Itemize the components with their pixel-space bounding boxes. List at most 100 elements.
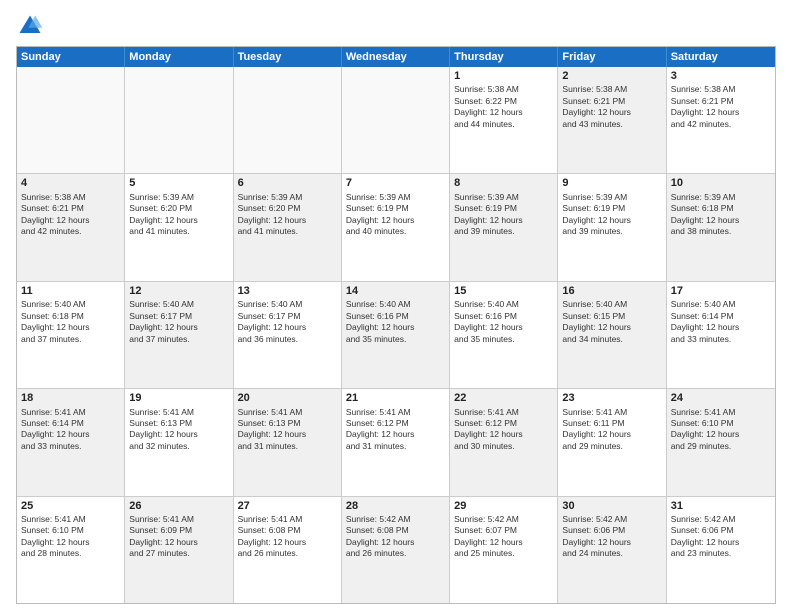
header: [16, 12, 776, 40]
calendar-row: 25Sunrise: 5:41 AM Sunset: 6:10 PM Dayli…: [17, 496, 775, 603]
logo-icon: [16, 12, 44, 40]
cell-content: Sunrise: 5:41 AM Sunset: 6:13 PM Dayligh…: [238, 407, 337, 453]
calendar-cell: 31Sunrise: 5:42 AM Sunset: 6:06 PM Dayli…: [667, 497, 775, 603]
calendar-row: 4 Sunrise: 5:38 AM Sunset: 6:21 PM Daylig…: [17, 173, 775, 280]
weekday-header: Friday: [558, 47, 666, 67]
day-number: 1: [454, 69, 553, 83]
day-number: 21: [346, 391, 445, 405]
calendar-cell: 10 Sunrise: 5:39 AM Sunset: 6:18 PM Dayli…: [667, 174, 775, 280]
day-number: 26: [129, 499, 228, 513]
cell-content: Sunrise: 5:38 AM Sunset: 6:22 PM Dayligh…: [454, 84, 553, 130]
cell-content: Sunrise: 5:41 AM Sunset: 6:13 PM Dayligh…: [129, 407, 228, 453]
cell-content: Sunrise: 5:42 AM Sunset: 6:08 PM Dayligh…: [346, 514, 445, 560]
page: SundayMondayTuesdayWednesdayThursdayFrid…: [0, 0, 792, 612]
calendar-cell: 6Sunrise: 5:39 AM Sunset: 6:20 PM Daylig…: [234, 174, 342, 280]
day-number: 11: [21, 284, 120, 298]
calendar-cell: 1Sunrise: 5:38 AM Sunset: 6:22 PM Daylig…: [450, 67, 558, 173]
day-number: 14: [346, 284, 445, 298]
calendar-cell: 12Sunrise: 5:40 AM Sunset: 6:17 PM Dayli…: [125, 282, 233, 388]
calendar-cell: 26Sunrise: 5:41 AM Sunset: 6:09 PM Dayli…: [125, 497, 233, 603]
calendar-cell: 7Sunrise: 5:39 AM Sunset: 6:19 PM Daylig…: [342, 174, 450, 280]
cell-content: Sunrise: 5:40 AM Sunset: 6:15 PM Dayligh…: [562, 299, 661, 345]
calendar-cell: 19 Sunrise: 5:41 AM Sunset: 6:13 PM Dayli…: [125, 389, 233, 495]
cell-content: Sunrise: 5:41 AM Sunset: 6:08 PM Dayligh…: [238, 514, 337, 560]
calendar-cell: 17Sunrise: 5:40 AM Sunset: 6:14 PM Dayli…: [667, 282, 775, 388]
calendar-cell: 21 Sunrise: 5:41 AM Sunset: 6:12 PM Dayli…: [342, 389, 450, 495]
day-number: 18: [21, 391, 120, 405]
calendar-cell: 3Sunrise: 5:38 AM Sunset: 6:21 PM Daylig…: [667, 67, 775, 173]
weekday-header: Tuesday: [234, 47, 342, 67]
calendar-cell: 8Sunrise: 5:39 AM Sunset: 6:19 PM Daylig…: [450, 174, 558, 280]
day-number: 13: [238, 284, 337, 298]
calendar-body: 1Sunrise: 5:38 AM Sunset: 6:22 PM Daylig…: [17, 67, 775, 603]
calendar-cell: 11Sunrise: 5:40 AM Sunset: 6:18 PM Dayli…: [17, 282, 125, 388]
calendar-cell: 23 Sunrise: 5:41 AM Sunset: 6:11 PM Dayli…: [558, 389, 666, 495]
day-number: 5: [129, 176, 228, 190]
cell-content: Sunrise: 5:40 AM Sunset: 6:17 PM Dayligh…: [129, 299, 228, 345]
calendar-cell: 15Sunrise: 5:40 AM Sunset: 6:16 PM Dayli…: [450, 282, 558, 388]
day-number: 6: [238, 176, 337, 190]
weekday-header: Thursday: [450, 47, 558, 67]
cell-content: Sunrise: 5:40 AM Sunset: 6:18 PM Dayligh…: [21, 299, 120, 345]
cell-content: Sunrise: 5:38 AM Sunset: 6:21 PM Dayligh…: [671, 84, 771, 130]
cell-content: Sunrise: 5:39 AM Sunset: 6:18 PM Dayligh…: [671, 192, 771, 238]
day-number: 4: [21, 176, 120, 190]
day-number: 30: [562, 499, 661, 513]
calendar-cell: 25Sunrise: 5:41 AM Sunset: 6:10 PM Dayli…: [17, 497, 125, 603]
calendar-cell: 14Sunrise: 5:40 AM Sunset: 6:16 PM Dayli…: [342, 282, 450, 388]
day-number: 28: [346, 499, 445, 513]
calendar: SundayMondayTuesdayWednesdayThursdayFrid…: [16, 46, 776, 604]
cell-content: Sunrise: 5:41 AM Sunset: 6:12 PM Dayligh…: [346, 407, 445, 453]
cell-content: Sunrise: 5:41 AM Sunset: 6:11 PM Dayligh…: [562, 407, 661, 453]
calendar-cell: [17, 67, 125, 173]
calendar-cell: 28Sunrise: 5:42 AM Sunset: 6:08 PM Dayli…: [342, 497, 450, 603]
cell-content: Sunrise: 5:39 AM Sunset: 6:19 PM Dayligh…: [346, 192, 445, 238]
weekday-header: Sunday: [17, 47, 125, 67]
cell-content: Sunrise: 5:40 AM Sunset: 6:17 PM Dayligh…: [238, 299, 337, 345]
cell-content: Sunrise: 5:38 AM Sunset: 6:21 PM Dayligh…: [21, 192, 120, 238]
day-number: 10: [671, 176, 771, 190]
day-number: 25: [21, 499, 120, 513]
cell-content: Sunrise: 5:41 AM Sunset: 6:12 PM Dayligh…: [454, 407, 553, 453]
weekday-header: Monday: [125, 47, 233, 67]
cell-content: Sunrise: 5:38 AM Sunset: 6:21 PM Dayligh…: [562, 84, 661, 130]
day-number: 16: [562, 284, 661, 298]
cell-content: Sunrise: 5:41 AM Sunset: 6:10 PM Dayligh…: [21, 514, 120, 560]
cell-content: Sunrise: 5:42 AM Sunset: 6:07 PM Dayligh…: [454, 514, 553, 560]
day-number: 19: [129, 391, 228, 405]
cell-content: Sunrise: 5:40 AM Sunset: 6:16 PM Dayligh…: [346, 299, 445, 345]
cell-content: Sunrise: 5:42 AM Sunset: 6:06 PM Dayligh…: [671, 514, 771, 560]
cell-content: Sunrise: 5:41 AM Sunset: 6:10 PM Dayligh…: [671, 407, 771, 453]
day-number: 3: [671, 69, 771, 83]
cell-content: Sunrise: 5:41 AM Sunset: 6:09 PM Dayligh…: [129, 514, 228, 560]
day-number: 9: [562, 176, 661, 190]
day-number: 23: [562, 391, 661, 405]
calendar-cell: 2Sunrise: 5:38 AM Sunset: 6:21 PM Daylig…: [558, 67, 666, 173]
calendar-cell: 29Sunrise: 5:42 AM Sunset: 6:07 PM Dayli…: [450, 497, 558, 603]
calendar-cell: 18 Sunrise: 5:41 AM Sunset: 6:14 PM Dayli…: [17, 389, 125, 495]
day-number: 12: [129, 284, 228, 298]
calendar-row: 11Sunrise: 5:40 AM Sunset: 6:18 PM Dayli…: [17, 281, 775, 388]
cell-content: Sunrise: 5:42 AM Sunset: 6:06 PM Dayligh…: [562, 514, 661, 560]
calendar-cell: 13Sunrise: 5:40 AM Sunset: 6:17 PM Dayli…: [234, 282, 342, 388]
day-number: 8: [454, 176, 553, 190]
calendar-cell: [234, 67, 342, 173]
weekday-header: Wednesday: [342, 47, 450, 67]
calendar-row: 18 Sunrise: 5:41 AM Sunset: 6:14 PM Dayli…: [17, 388, 775, 495]
weekday-header: Saturday: [667, 47, 775, 67]
day-number: 29: [454, 499, 553, 513]
day-number: 20: [238, 391, 337, 405]
day-number: 27: [238, 499, 337, 513]
calendar-cell: [342, 67, 450, 173]
calendar-cell: 22 Sunrise: 5:41 AM Sunset: 6:12 PM Dayli…: [450, 389, 558, 495]
day-number: 15: [454, 284, 553, 298]
calendar-cell: 9Sunrise: 5:39 AM Sunset: 6:19 PM Daylig…: [558, 174, 666, 280]
calendar-cell: 20 Sunrise: 5:41 AM Sunset: 6:13 PM Dayli…: [234, 389, 342, 495]
day-number: 31: [671, 499, 771, 513]
cell-content: Sunrise: 5:41 AM Sunset: 6:14 PM Dayligh…: [21, 407, 120, 453]
calendar-cell: [125, 67, 233, 173]
calendar-cell: 5Sunrise: 5:39 AM Sunset: 6:20 PM Daylig…: [125, 174, 233, 280]
day-number: 22: [454, 391, 553, 405]
day-number: 2: [562, 69, 661, 83]
calendar-row: 1Sunrise: 5:38 AM Sunset: 6:22 PM Daylig…: [17, 67, 775, 173]
